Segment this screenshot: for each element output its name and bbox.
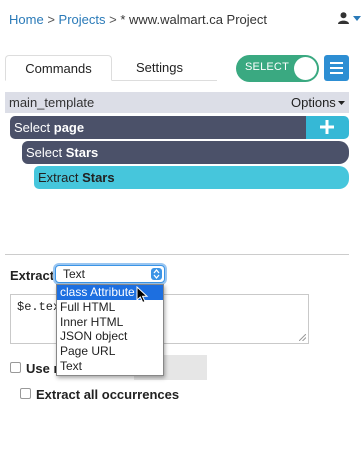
command-target: Stars <box>82 170 115 185</box>
user-menu[interactable] <box>338 12 361 24</box>
menu-button[interactable] <box>324 55 349 81</box>
select-arrows-icon <box>151 268 162 280</box>
command-select-page[interactable]: Select page <box>10 116 306 139</box>
option-text[interactable]: Text <box>57 359 163 374</box>
command-prefix: Select <box>14 120 54 135</box>
user-icon <box>338 12 349 24</box>
extract-all-checkbox[interactable] <box>20 388 31 399</box>
extract-type-select[interactable]: Text <box>55 265 165 283</box>
command-prefix: Select <box>26 145 66 160</box>
resize-handle-icon[interactable] <box>299 334 306 341</box>
select-toggle-label: SELECT <box>245 61 289 73</box>
option-page-url[interactable]: Page URL <box>57 344 163 359</box>
tab-commands[interactable]: Commands <box>5 55 112 81</box>
use-label: Use r <box>26 361 56 376</box>
breadcrumb-current: * www.walmart.ca Project <box>120 12 267 27</box>
breadcrumb: Home > Projects > * www.walmart.ca Proje… <box>9 12 267 27</box>
options-dropdown[interactable]: Options <box>291 95 345 110</box>
extract-label: Extract <box>10 268 55 283</box>
mouse-cursor-icon <box>136 286 149 304</box>
panel-divider <box>5 254 349 255</box>
command-target: page <box>53 120 85 135</box>
hamburger-icon <box>330 62 343 64</box>
hamburger-icon <box>330 72 343 74</box>
breadcrumb-home-link[interactable]: Home <box>9 12 44 27</box>
command-target: Stars <box>65 145 99 160</box>
option-inner-html[interactable]: Inner HTML <box>57 315 163 330</box>
breadcrumb-separator: > <box>47 12 59 27</box>
extract-type-value: Text <box>63 267 86 281</box>
select-toggle[interactable]: SELECT <box>236 55 319 82</box>
hamburger-icon <box>330 67 343 69</box>
caret-down-icon <box>337 100 345 105</box>
breadcrumb-projects-link[interactable]: Projects <box>59 12 106 27</box>
caret-down-icon <box>353 15 361 21</box>
options-label: Options <box>291 95 336 110</box>
command-extract-stars[interactable]: Extract Stars <box>34 166 349 189</box>
tab-settings[interactable]: Settings <box>112 55 207 81</box>
template-name: main_template <box>9 95 95 110</box>
extract-all-label: Extract all occurrences <box>36 387 180 402</box>
plus-icon <box>320 120 334 134</box>
toggle-knob <box>294 57 317 80</box>
option-json-object[interactable]: JSON object <box>57 329 163 344</box>
command-select-stars[interactable]: Select Stars <box>22 141 349 164</box>
add-command-button[interactable] <box>306 116 349 139</box>
use-checkbox[interactable] <box>10 362 21 373</box>
command-prefix: Extract <box>38 170 83 185</box>
breadcrumb-separator: > <box>109 12 121 27</box>
